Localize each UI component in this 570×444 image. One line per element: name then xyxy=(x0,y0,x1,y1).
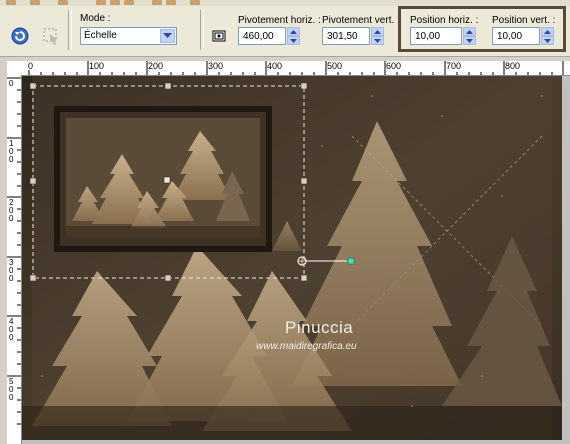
canvas-artwork xyxy=(22,76,562,440)
pivot-horizontal-value: 460,00 xyxy=(243,31,274,42)
ruler-tick-label: 200 xyxy=(148,61,164,71)
ruler-tick-label: 100 xyxy=(89,61,105,71)
pivot-horizontal-spinner[interactable] xyxy=(287,27,300,45)
spin-up-icon[interactable] xyxy=(463,27,476,36)
position-vertical-label: Position vert. : xyxy=(492,15,556,26)
position-horizontal-spinner[interactable] xyxy=(463,27,476,45)
toolbar-separator xyxy=(68,10,72,50)
spin-up-icon[interactable] xyxy=(541,27,554,36)
pivot-horizontal-label: Pivotement horiz. : xyxy=(238,15,321,26)
vertical-ruler: 0 100 200 300 400 500 xyxy=(7,75,22,444)
pivot-icon[interactable] xyxy=(208,25,230,47)
spin-down-icon[interactable] xyxy=(541,36,554,45)
ruler-tick-label: 400 xyxy=(9,317,14,342)
position-horizontal-input[interactable]: 10,00 xyxy=(410,27,462,45)
mode-value: Échelle xyxy=(84,30,117,41)
position-vertical-value: 10,00 xyxy=(497,31,523,42)
document-image[interactable] xyxy=(22,76,562,440)
pivot-vertical-value: 301,50 xyxy=(327,31,358,42)
ruler-tick-label: 800 xyxy=(505,61,521,71)
ruler-tick-label: 200 xyxy=(9,198,14,223)
spin-up-icon[interactable] xyxy=(287,27,300,36)
ruler-tick-label: 700 xyxy=(446,61,462,71)
pick-tool-icon[interactable] xyxy=(40,25,62,47)
pivot-vertical-input[interactable]: 301,50 xyxy=(322,27,370,45)
position-vertical-input[interactable]: 10,00 xyxy=(492,27,540,45)
tool-options-toolbar: Mode : Échelle Pivotement horiz. : 460,0… xyxy=(0,0,570,57)
pivot-horizontal-input[interactable]: 460,00 xyxy=(238,27,286,45)
pivot-vertical-label: Pivotement vert. : xyxy=(322,15,400,26)
watermark-name: Pinuccia xyxy=(285,318,354,337)
ruler-tick-label: 0 xyxy=(9,79,14,88)
chevron-down-icon[interactable] xyxy=(160,29,175,43)
ruler-tick-label: 300 xyxy=(9,258,14,283)
mode-label: Mode : xyxy=(80,13,111,24)
spin-down-icon[interactable] xyxy=(287,36,300,45)
ruler-tick-label: 100 xyxy=(9,139,14,164)
pivot-vertical-spinner[interactable] xyxy=(371,27,384,45)
ruler-tick-label: 600 xyxy=(386,61,402,71)
position-vertical-spinner[interactable] xyxy=(541,27,554,45)
watermark-url: www.maidiregrafica.eu xyxy=(256,341,357,352)
mode-select[interactable]: Échelle xyxy=(80,27,177,45)
position-horizontal-label: Position horiz. : xyxy=(410,15,479,26)
horizontal-ruler: 0 100 200 300 400 500 600 700 800 xyxy=(7,61,570,76)
ruler-tick-label: 300 xyxy=(208,61,224,71)
toolbar-separator xyxy=(200,10,204,50)
ruler-tick-label: 500 xyxy=(327,61,343,71)
reset-icon[interactable] xyxy=(9,25,31,47)
ruler-tick-label: 0 xyxy=(28,61,34,71)
spin-down-icon[interactable] xyxy=(371,36,384,45)
spin-up-icon[interactable] xyxy=(371,27,384,36)
ruler-tick-label: 500 xyxy=(9,377,14,402)
position-horizontal-value: 10,00 xyxy=(415,31,441,42)
spin-down-icon[interactable] xyxy=(463,36,476,45)
ruler-tick-label: 400 xyxy=(267,61,283,71)
